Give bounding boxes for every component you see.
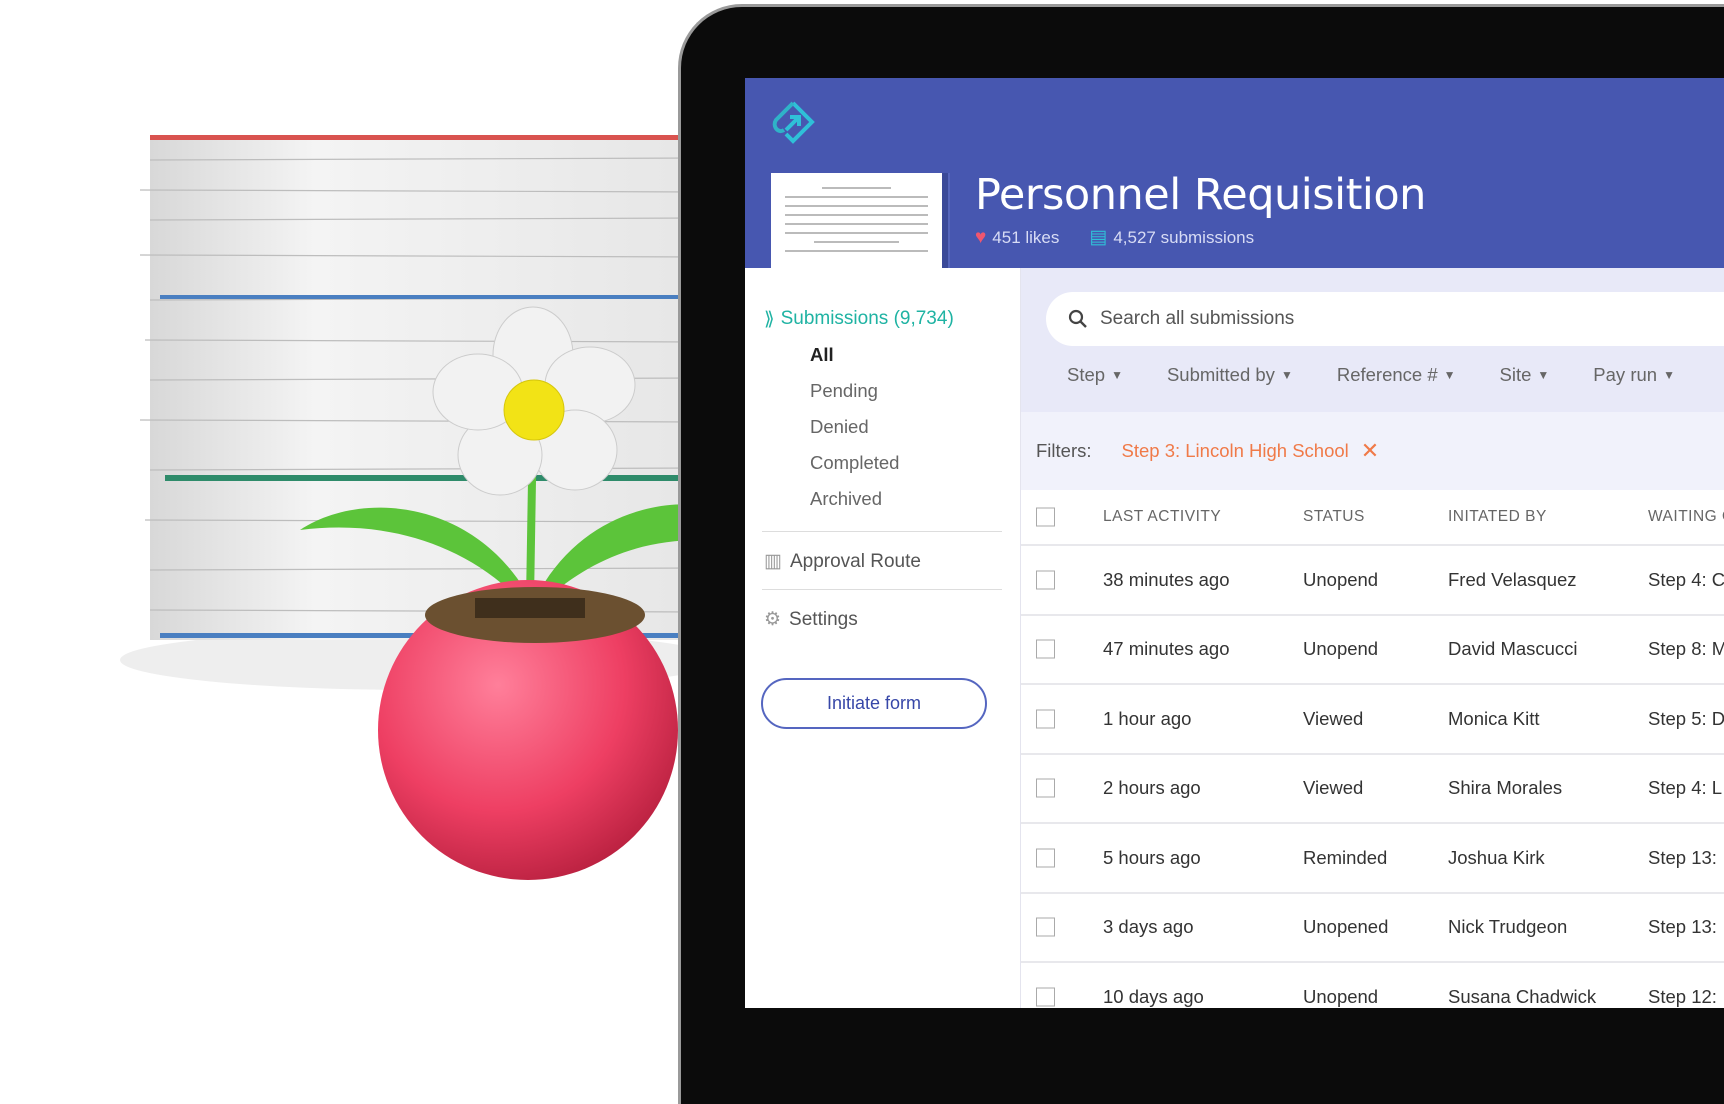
row-checkbox[interactable] [1036, 917, 1055, 937]
logo-icon[interactable] [770, 100, 816, 146]
sidebar-item-completed[interactable]: Completed [810, 452, 899, 474]
table-cell: 38 minutes ago [1103, 568, 1230, 590]
table-cell: Nick Trudgeon [1448, 916, 1568, 938]
active-filters: Filters: Step 3: Lincoln High School ✕ [1021, 412, 1724, 490]
table-row[interactable]: 5 hours ago Reminded Joshua Kirk Step 13: [1021, 824, 1724, 894]
column-header[interactable]: WAITING O [1648, 508, 1724, 526]
caret-down-icon: ▼ [1280, 368, 1293, 382]
table-cell: Viewed [1303, 777, 1364, 799]
table-row[interactable]: 3 days ago Unopened Nick Trudgeon Step 13: [1021, 894, 1724, 963]
heart-icon: ♥ [975, 226, 987, 248]
table-row[interactable]: 38 minutes ago Unopend Fred Velasquez Step … [1021, 546, 1724, 616]
column-header[interactable]: LAST ACTIVITY [1103, 508, 1221, 526]
row-checkbox[interactable] [1036, 778, 1055, 798]
table-cell: 10 days ago [1103, 985, 1204, 1007]
row-checkbox[interactable] [1036, 570, 1055, 590]
table-cell: 3 days ago [1103, 916, 1194, 938]
select-all-checkbox[interactable] [1036, 507, 1055, 527]
map-icon: ▥ [764, 551, 782, 572]
sidebar-item-approval-route[interactable]: ▥ Approval Route [764, 550, 921, 573]
caret-down-icon: ▼ [1537, 368, 1550, 382]
row-checkbox[interactable] [1036, 987, 1055, 1007]
document-icon: ▤ [1089, 227, 1108, 248]
table-cell: Step 4: L [1648, 777, 1723, 799]
table-cell: Unopend [1303, 638, 1379, 660]
form-stats: ♥ 451 likes ▤ 4,527 submissions [975, 226, 1254, 249]
table-cell: Viewed [1303, 707, 1364, 729]
table-cell: Susana Chadwick [1448, 985, 1597, 1007]
filter-chip[interactable]: Step 3: Lincoln High School ✕ [1122, 438, 1380, 464]
table-cell: Unopend [1303, 985, 1379, 1007]
submissions-panel: Search all submissions Step ▼ Submitted b… [1020, 268, 1724, 1008]
sidebar: ⟫ Submissions (9,734) All Pending Denied … [745, 268, 1020, 1008]
paper-stack-and-flower-photo [120, 135, 700, 880]
table-cell: Step 12: [1648, 985, 1717, 1007]
filters-label: Filters: [1036, 440, 1092, 461]
table-cell: Step 4: C [1648, 568, 1724, 590]
table-cell: Step 8: M [1648, 638, 1724, 660]
filter-dropdowns: Step ▼ Submitted by ▼ Reference # ▼ Site ▼ P… [1067, 364, 1675, 386]
row-checkbox[interactable] [1036, 639, 1055, 659]
close-icon[interactable]: ✕ [1361, 438, 1379, 464]
site-dropdown[interactable]: Site ▼ [1500, 364, 1550, 386]
table-cell: 5 hours ago [1103, 846, 1201, 868]
table-cell: Step 13: [1648, 916, 1717, 938]
table-cell: Unopend [1303, 568, 1379, 590]
row-checkbox[interactable] [1036, 848, 1055, 868]
likes[interactable]: ♥ 451 likes [975, 227, 1059, 249]
search-icon [1068, 309, 1087, 328]
sidebar-item-all[interactable]: All [810, 344, 834, 366]
table-cell: 1 hour ago [1103, 707, 1192, 729]
table-cell: Shira Morales [1448, 777, 1563, 799]
table-cell: Step 5: D [1648, 707, 1724, 729]
table-cell: 47 minutes ago [1103, 638, 1230, 660]
row-checkbox[interactable] [1036, 709, 1055, 729]
divider [762, 531, 1002, 532]
caret-down-icon: ▼ [1443, 368, 1456, 382]
submissions-count[interactable]: ▤ 4,527 submissions [1089, 226, 1254, 249]
pay-run-dropdown[interactable]: Pay run ▼ [1593, 364, 1675, 386]
table-header: LAST ACTIVITY STATUS INITATED BY WAITING… [1021, 490, 1724, 546]
sidebar-item-pending[interactable]: Pending [810, 380, 878, 402]
sidebar-item-settings[interactable]: ⚙ Settings [764, 608, 858, 631]
table-row[interactable]: 47 minutes ago Unopend David Mascucci Step … [1021, 616, 1724, 685]
app-screen: Personnel Requisition ♥ 451 likes ▤ 4,527 … [745, 78, 1724, 1008]
column-header[interactable]: STATUS [1303, 508, 1365, 526]
table-cell: Joshua Kirk [1448, 846, 1545, 868]
divider [762, 589, 1002, 590]
submissions-table: LAST ACTIVITY STATUS INITATED BY WAITING… [1021, 490, 1724, 1008]
submissions-icon: ⟫ [764, 309, 775, 330]
table-cell: Unopened [1303, 916, 1389, 938]
table-row[interactable]: 1 hour ago Viewed Monica Kitt Step 5: D [1021, 685, 1724, 755]
search-area: Search all submissions Step ▼ Submitted b… [1021, 268, 1724, 412]
table-cell: 2 hours ago [1103, 777, 1201, 799]
column-header[interactable]: INITATED BY [1448, 508, 1547, 526]
table-cell: Step 13: [1648, 846, 1717, 868]
table-row[interactable]: 2 hours ago Viewed Shira Morales Step 4: L [1021, 755, 1724, 824]
table-cell: Monica Kitt [1448, 707, 1540, 729]
table-cell: Reminded [1303, 846, 1388, 868]
table-cell: Fred Velasquez [1448, 568, 1577, 590]
table-cell: David Mascucci [1448, 638, 1578, 660]
step-dropdown[interactable]: Step ▼ [1067, 364, 1123, 386]
caret-down-icon: ▼ [1111, 368, 1123, 382]
form-thumbnail[interactable] [771, 173, 942, 268]
submitted-by-dropdown[interactable]: Submitted by ▼ [1167, 364, 1293, 386]
initiate-form-button[interactable]: Initiate form [761, 678, 987, 729]
table-row[interactable]: 10 days ago Unopend Susana Chadwick Step 12… [1021, 963, 1724, 1008]
page-title: Personnel Requisition [975, 170, 1426, 220]
sidebar-item-denied[interactable]: Denied [810, 416, 869, 438]
sidebar-item-submissions[interactable]: ⟫ Submissions (9,734) [764, 308, 954, 331]
reference-dropdown[interactable]: Reference # ▼ [1337, 364, 1456, 386]
search-input[interactable]: Search all submissions [1046, 292, 1724, 346]
form-header: Personnel Requisition ♥ 451 likes ▤ 4,527 … [745, 78, 1724, 268]
caret-down-icon: ▼ [1663, 368, 1675, 382]
sidebar-item-archived[interactable]: Archived [810, 488, 882, 510]
gear-icon: ⚙ [764, 609, 782, 630]
